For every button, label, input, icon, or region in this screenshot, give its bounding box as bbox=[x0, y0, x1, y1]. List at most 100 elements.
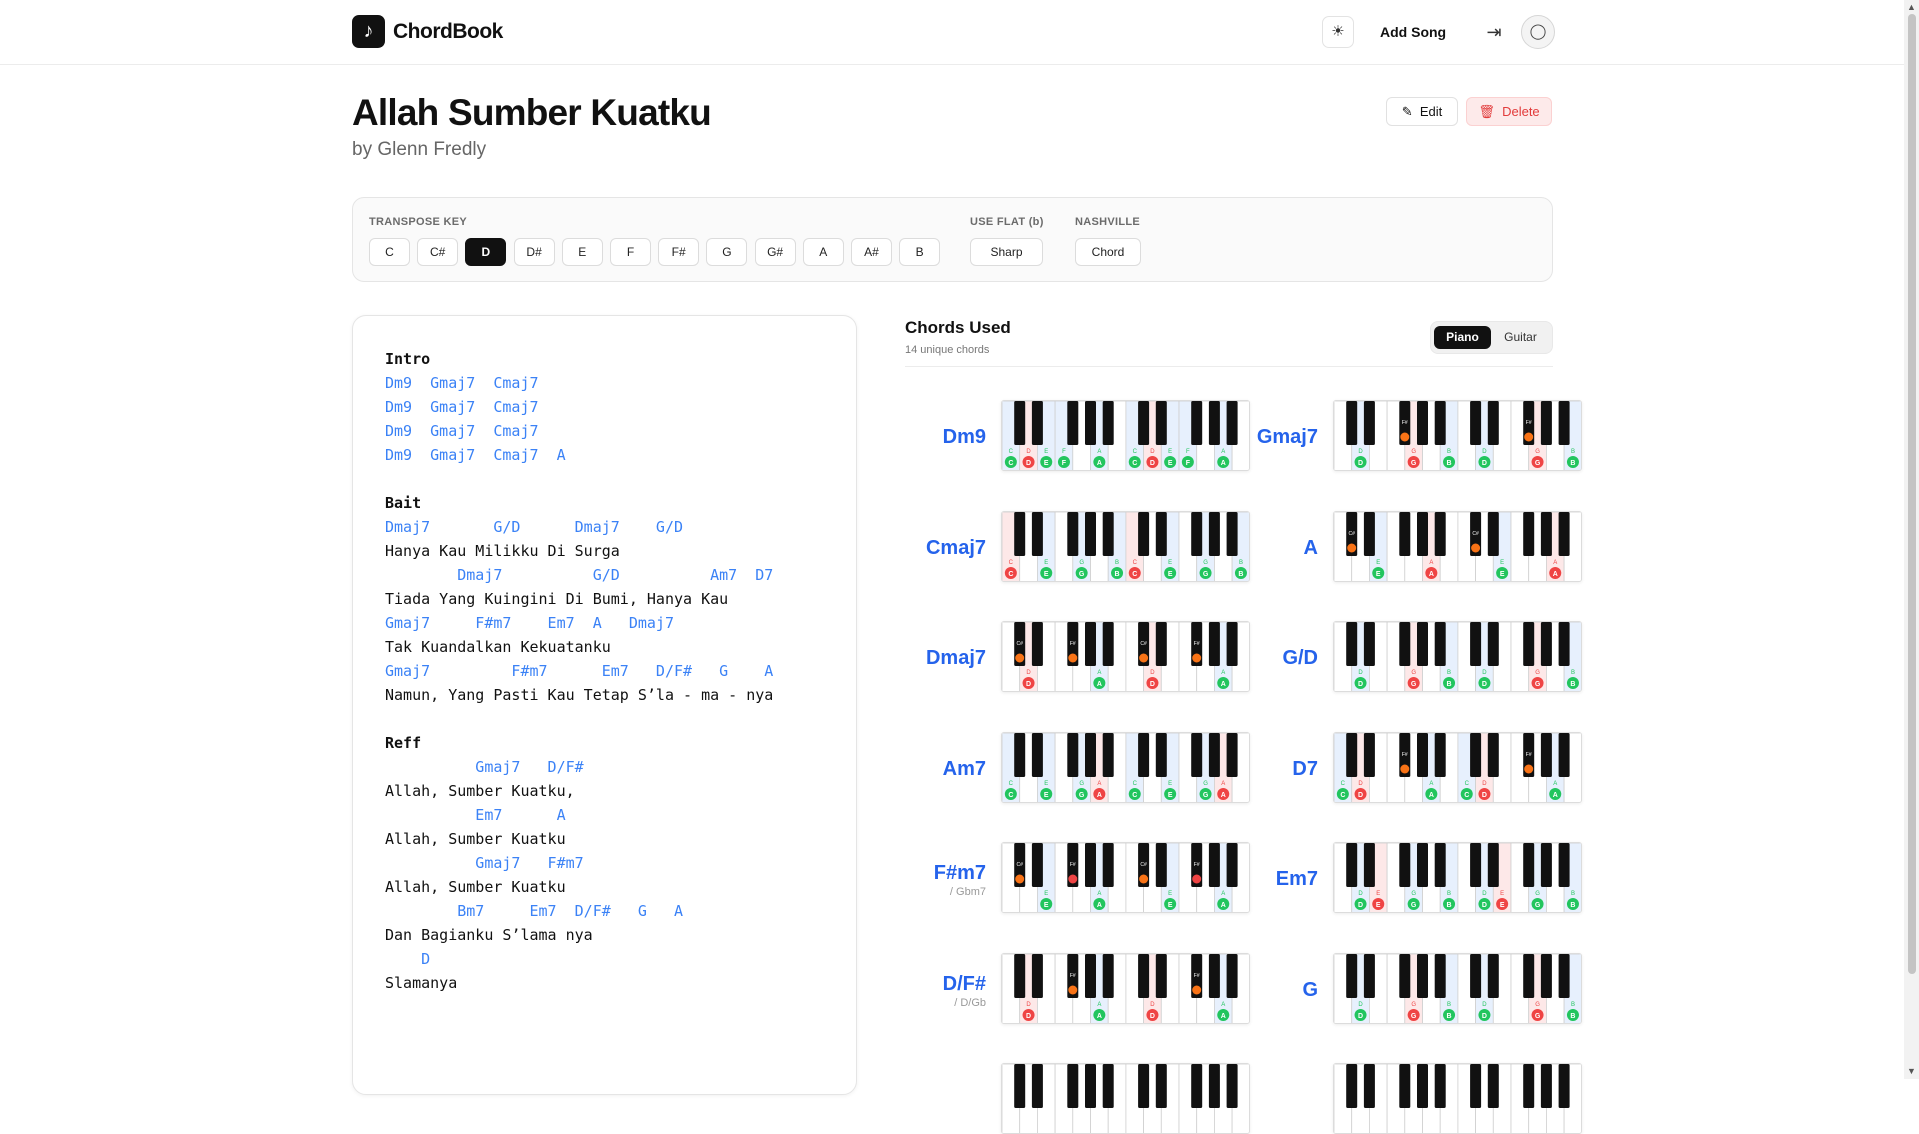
black-key bbox=[1523, 1064, 1535, 1108]
chord-name[interactable]: Dmaj7 bbox=[876, 647, 986, 670]
key-button-f-sharp[interactable]: F# bbox=[658, 238, 700, 266]
black-key bbox=[1155, 401, 1167, 445]
chord-line[interactable]: Dm9 Gmaj7 Cmaj7 bbox=[385, 373, 539, 393]
chord-line[interactable]: Gmaj7 F#m7 Em7 D/F# G A bbox=[385, 661, 773, 681]
note-marker-label: C bbox=[1464, 792, 1469, 799]
chord-name[interactable]: Cmaj7 bbox=[876, 537, 986, 560]
chord-line[interactable]: Dm9 Gmaj7 Cmaj7 A bbox=[385, 445, 566, 465]
chord-line[interactable]: Em7 A bbox=[385, 805, 565, 825]
key-note-label: E bbox=[1376, 560, 1380, 566]
chord-line[interactable]: Gmaj7 F#m7 bbox=[385, 853, 583, 873]
black-key bbox=[1085, 1064, 1096, 1108]
logout-icon[interactable]: ⇥ bbox=[1478, 16, 1510, 48]
piano-diagram[interactable]: DDGGBBDDGGBB bbox=[1333, 952, 1582, 1024]
key-button-a-sharp[interactable]: A# bbox=[851, 238, 892, 266]
chord-line[interactable]: Gmaj7 F#m7 Em7 A Dmaj7 bbox=[385, 613, 674, 633]
piano-diagram[interactable]: C C D D A A C C D D A A F# F# bbox=[1333, 731, 1582, 803]
black-key bbox=[1558, 732, 1570, 777]
chord-name[interactable]: Dm9 bbox=[876, 426, 986, 449]
note-marker-label: D bbox=[1482, 681, 1487, 688]
key-button-c-sharp[interactable]: C# bbox=[417, 238, 459, 266]
key-button-f[interactable]: F bbox=[610, 238, 651, 266]
black-key bbox=[1085, 732, 1096, 777]
note-marker-label: D bbox=[1358, 460, 1363, 467]
piano-diagram[interactable]: D D G G B B D D G G B B F# F# bbox=[1333, 400, 1582, 471]
chord-line[interactable]: Dm9 Gmaj7 Cmaj7 bbox=[385, 397, 539, 417]
key-note-label: C# bbox=[1140, 641, 1147, 647]
key-button-d[interactable]: D bbox=[465, 238, 507, 266]
piano-diagram[interactable]: DDEEGGBBDDEEGGBB bbox=[1333, 842, 1582, 913]
black-key bbox=[1470, 1064, 1482, 1108]
chord-line[interactable]: Dmaj7 G/D Dmaj7 G/D bbox=[385, 517, 683, 537]
scroll-down-icon[interactable]: ▼ bbox=[1904, 1064, 1919, 1079]
note-marker-label: B bbox=[1447, 681, 1452, 688]
piano-diagram[interactable] bbox=[1001, 1063, 1250, 1134]
chord-name[interactable]: D/F# bbox=[876, 973, 986, 996]
key-button-c[interactable]: C bbox=[369, 238, 410, 266]
note-marker-label: C bbox=[1008, 792, 1013, 799]
lyric-line: Dan Bagianku S’lama nya bbox=[385, 926, 593, 944]
key-note-label: F# bbox=[1070, 862, 1076, 868]
chord-name[interactable]: G bbox=[1208, 979, 1318, 1002]
sun-icon[interactable]: ☀ bbox=[1322, 16, 1354, 48]
transpose-label: TRANSPOSE KEY bbox=[369, 216, 468, 228]
key-note-label: D bbox=[1482, 1002, 1487, 1008]
note-marker bbox=[1068, 653, 1078, 663]
black-key bbox=[1399, 1064, 1411, 1108]
chord-name[interactable]: A bbox=[1208, 537, 1318, 560]
chord-name[interactable]: F#m7 bbox=[876, 862, 986, 885]
chord-enharmonic: / D/Gb bbox=[954, 996, 986, 1009]
black-key bbox=[1540, 622, 1552, 666]
chord-line[interactable]: Dmaj7 G/D Am7 D7 bbox=[385, 565, 773, 585]
black-key bbox=[1470, 953, 1482, 998]
chord-name[interactable]: D7 bbox=[1208, 758, 1318, 781]
note-marker-label: A bbox=[1097, 460, 1102, 467]
black-key bbox=[1417, 843, 1428, 887]
key-button-a[interactable]: A bbox=[802, 238, 844, 266]
black-key bbox=[1399, 953, 1411, 998]
key-button-g-sharp[interactable]: G# bbox=[754, 238, 796, 266]
use-flat-toggle[interactable]: Sharp bbox=[970, 238, 1043, 266]
note-marker-label: G bbox=[1203, 792, 1209, 799]
note-marker-label: E bbox=[1044, 792, 1049, 799]
guitar-tab[interactable]: Guitar bbox=[1493, 326, 1548, 349]
note-marker-label: B bbox=[1447, 1013, 1452, 1020]
chord-name[interactable]: G/D bbox=[1208, 647, 1318, 670]
black-key bbox=[1014, 401, 1026, 445]
scrollbar-thumb[interactable] bbox=[1908, 14, 1916, 974]
piano-tab[interactable]: Piano bbox=[1434, 326, 1491, 349]
chord-name[interactable]: Am7 bbox=[876, 758, 986, 781]
key-note-label: C bbox=[1009, 781, 1014, 787]
key-note-label: C# bbox=[1016, 641, 1023, 647]
black-key bbox=[1138, 1064, 1150, 1108]
scroll-up-icon[interactable]: ▲ bbox=[1904, 0, 1919, 15]
piano-diagram[interactable]: DDGGBBDDGGBB bbox=[1333, 621, 1582, 692]
piano-diagram[interactable] bbox=[1333, 1063, 1582, 1134]
chord-line[interactable]: D bbox=[385, 949, 430, 969]
chord-line[interactable]: Bm7 Em7 D/F# G A bbox=[385, 901, 683, 921]
brand-name[interactable]: ChordBook bbox=[393, 20, 503, 44]
key-button-d-sharp[interactable]: D# bbox=[513, 238, 555, 266]
note-marker-label: E bbox=[1044, 571, 1049, 578]
note-marker-label: E bbox=[1376, 571, 1381, 578]
key-note-label: F# bbox=[1194, 862, 1200, 868]
music-note-icon[interactable]: ♪ bbox=[352, 15, 385, 48]
user-icon[interactable]: ◯ bbox=[1521, 15, 1555, 49]
chord-line[interactable]: Dm9 Gmaj7 Cmaj7 bbox=[385, 421, 539, 441]
key-button-b[interactable]: B bbox=[899, 238, 941, 266]
delete-button[interactable]: 🗑 Delete bbox=[1466, 97, 1552, 126]
chord-name[interactable]: Em7 bbox=[1208, 868, 1318, 891]
note-marker-label: D bbox=[1026, 460, 1031, 467]
key-button-e[interactable]: E bbox=[561, 238, 603, 266]
section-heading: Reff bbox=[385, 734, 422, 752]
edit-button[interactable]: ✎ Edit bbox=[1386, 97, 1458, 126]
add-song-button[interactable]: Add Song bbox=[1370, 16, 1456, 48]
key-note-label: C# bbox=[1016, 862, 1023, 868]
chord-line[interactable]: Gmaj7 D/F# bbox=[385, 757, 583, 777]
chord-name[interactable]: Gmaj7 bbox=[1208, 426, 1318, 449]
key-button-g[interactable]: G bbox=[706, 238, 748, 266]
piano-diagram[interactable]: E E A A E E A A C# C# bbox=[1333, 510, 1582, 582]
black-key bbox=[1191, 511, 1203, 556]
nashville-toggle[interactable]: Chord bbox=[1075, 238, 1141, 266]
key-note-label: A bbox=[1097, 1002, 1101, 1008]
